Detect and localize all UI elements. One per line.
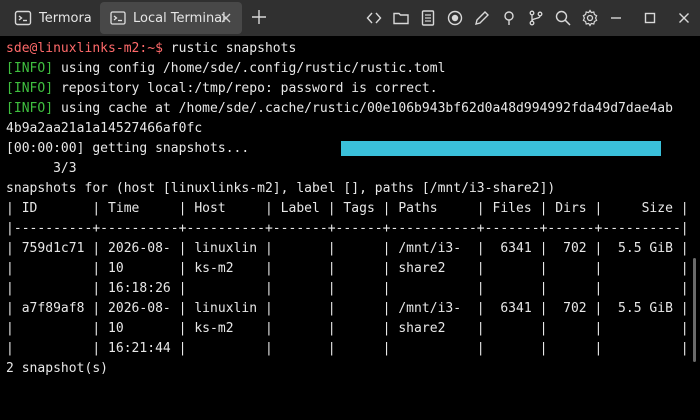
bulb-icon[interactable] bbox=[499, 8, 519, 28]
info-tag: [INFO] bbox=[6, 101, 54, 116]
scrollbar[interactable] bbox=[693, 258, 696, 362]
code-icon[interactable] bbox=[364, 8, 384, 28]
info-line: [INFO] using config /home/sde/.config/ru… bbox=[6, 59, 445, 79]
info-tag: [INFO] bbox=[6, 81, 54, 96]
info-line: [INFO] using cache at /home/sde/.cache/r… bbox=[6, 99, 673, 119]
maximize-icon[interactable] bbox=[640, 8, 660, 28]
new-tab-button[interactable] bbox=[250, 8, 268, 26]
terminal-app-icon bbox=[14, 9, 32, 27]
table-separator: |----------+----------+----------+------… bbox=[6, 221, 689, 236]
git-branch-icon[interactable] bbox=[526, 8, 546, 28]
minimize-icon[interactable] bbox=[606, 8, 626, 28]
terminal-icon bbox=[110, 10, 126, 26]
plus-icon bbox=[252, 10, 266, 24]
table-row: | | 10 | ks-m2 | | | share2 | | | | bbox=[6, 321, 689, 336]
tab-label: Termora bbox=[39, 10, 92, 26]
close-tab-icon[interactable] bbox=[218, 10, 234, 26]
tab-label: Local Terminal bbox=[133, 10, 226, 26]
snapshot-count: 2 snapshot(s) bbox=[6, 361, 109, 376]
close-icon[interactable] bbox=[674, 8, 694, 28]
info-text: using cache at /home/sde/.cache/rustic/0… bbox=[53, 101, 673, 116]
title-bar: Termora Local Terminal bbox=[0, 0, 700, 36]
terminal-output[interactable]: sde@linuxlinks-m2:~$ rustic snapshots [I… bbox=[0, 38, 690, 420]
pen-icon[interactable] bbox=[472, 8, 492, 28]
table-row: | | 16:18:26 | | | | | | | | bbox=[6, 281, 689, 296]
gear-icon[interactable] bbox=[580, 8, 600, 28]
table-row: | | 10 | ks-m2 | | | share2 | | | | bbox=[6, 261, 689, 276]
cache-path-continuation: 4b9a2aa21a1a14527466af0fc bbox=[6, 121, 203, 136]
shell-prompt: sde@linuxlinks-m2:~$ bbox=[6, 41, 163, 56]
search-icon[interactable] bbox=[553, 8, 573, 28]
tab-termora[interactable]: Termora bbox=[6, 2, 98, 34]
info-text: repository local:/tmp/repo: password is … bbox=[53, 81, 438, 96]
progress-count: 3/3 bbox=[6, 161, 77, 176]
app-window: Termora Local Terminal sde@linuxlinks-m2… bbox=[0, 0, 700, 420]
table-header-row: | ID | Time | Host | Label | Tags | Path… bbox=[6, 201, 689, 216]
progress-text: [00:00:00] getting snapshots... bbox=[6, 141, 250, 156]
tab-local-terminal[interactable]: Local Terminal bbox=[100, 2, 242, 34]
record-icon[interactable] bbox=[445, 8, 465, 28]
info-text: using config /home/sde/.config/rustic/ru… bbox=[53, 61, 446, 76]
info-line: [INFO] repository local:/tmp/repo: passw… bbox=[6, 79, 438, 99]
folder-icon[interactable] bbox=[391, 8, 411, 28]
command-text: rustic snapshots bbox=[162, 41, 297, 56]
snapshots-header: snapshots for (host [linuxlinks-m2], lab… bbox=[6, 181, 556, 196]
progress-bar bbox=[341, 141, 661, 156]
prompt-line: sde@linuxlinks-m2:~$ rustic snapshots bbox=[6, 39, 296, 59]
toolbar bbox=[364, 8, 600, 28]
window-controls bbox=[606, 8, 694, 28]
table-row: | a7f89af8 | 2026-08- | linuxlin | | | /… bbox=[6, 301, 689, 316]
table-row: | 759d1c71 | 2026-08- | linuxlin | | | /… bbox=[6, 241, 689, 256]
info-tag: [INFO] bbox=[6, 61, 54, 76]
table-row: | | 16:21:44 | | | | | | | | bbox=[6, 341, 689, 356]
document-icon[interactable] bbox=[418, 8, 438, 28]
